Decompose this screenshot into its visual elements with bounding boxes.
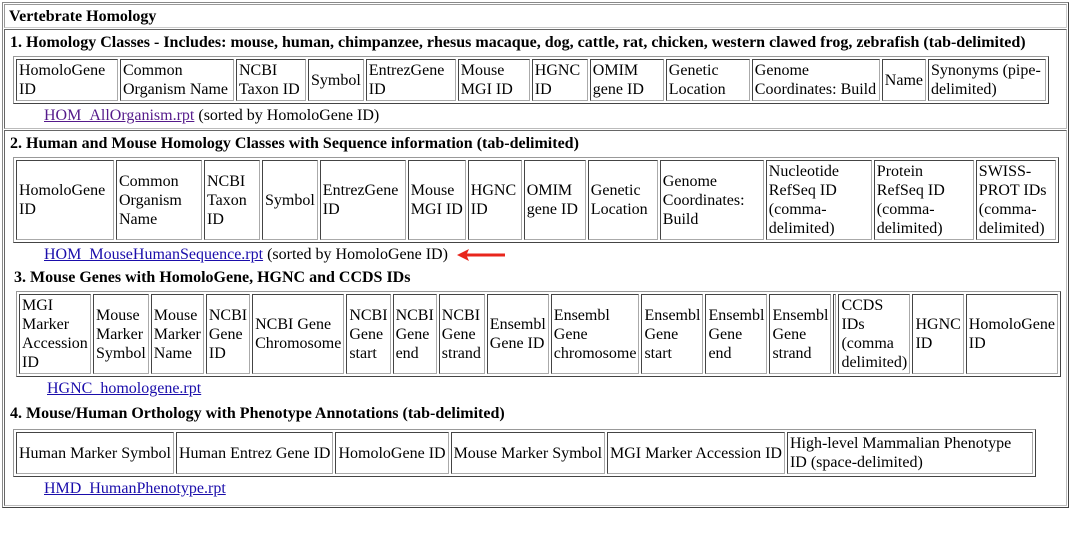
file-link-hmd-humanphenotype[interactable]: HMD_HumanPhenotype.rpt [44, 480, 226, 497]
column-header: Name [881, 59, 926, 101]
section-title: 2. Human and Mouse Homology Classes with… [10, 135, 579, 152]
column-header: Protein RefSeq ID (comma-delimited) [873, 160, 974, 240]
columns-table: HomoloGene ID Common Organism Name NCBI … [13, 157, 1059, 243]
file-link-hgnc-homologene[interactable]: HGNC_homologene.rpt [47, 380, 201, 397]
column-header: NCBI Taxon ID [204, 160, 260, 240]
column-header: Mouse MGI ID [407, 160, 466, 240]
column-header: HomoloGene ID [335, 432, 449, 474]
column-header: EntrezGene ID [319, 160, 406, 240]
column-header: Ensembl Gene ID [486, 294, 549, 374]
column-header: NCBI Gene strand [438, 294, 485, 374]
column-header: EntrezGene ID [365, 59, 456, 101]
file-link-row: HMD_HumanPhenotype.rpt [5, 479, 1066, 499]
columns-table: MGI Marker Accession ID Mouse Marker Sym… [16, 291, 1061, 377]
column-header: Common Organism Name [120, 59, 234, 101]
column-header: HomoloGene ID [965, 294, 1058, 374]
sort-note: (sorted by HomoloGene ID) [198, 107, 380, 124]
column-header: MGI Marker Accession ID [19, 294, 91, 374]
column-header: NCBI Gene Chromosome [252, 294, 345, 374]
column-header: Synonyms (pipe-delimited) [928, 59, 1046, 101]
column-header: Nucleotide RefSeq ID (comma-delimited) [765, 160, 872, 240]
column-header: NCBI Gene start [346, 294, 391, 374]
file-link-hom-mousehumansequence[interactable]: HOM_MouseHumanSequence.rpt [44, 246, 263, 263]
section-homology-classes: 1. Homology Classes - Includes: mouse, h… [4, 29, 1067, 129]
column-header: Symbol [262, 160, 318, 240]
column-header: Genome Coordinates: Build [659, 160, 764, 240]
column-header: HomoloGene ID [16, 160, 114, 240]
section-human-mouse-sequence: 2. Human and Mouse Homology Classes with… [4, 130, 1067, 506]
column-header: Human Marker Symbol [16, 432, 174, 474]
column-header: Ensembl Gene start [641, 294, 704, 374]
column-header: Genome Coordinates: Build [751, 59, 880, 101]
column-header: Ensembl Gene end [705, 294, 768, 374]
column-header: HGNC ID [467, 160, 522, 240]
file-link-row: HOM_MouseHumanSequence.rpt (sorted by Ho… [5, 245, 1066, 265]
page-title: Vertebrate Homology [4, 4, 1067, 28]
section-title: 1. Homology Classes - Includes: mouse, h… [10, 34, 1026, 51]
file-link-row: HOM_AllOrganism.rpt (sorted by HomoloGen… [5, 106, 1066, 126]
column-header: Human Entrez Gene ID [175, 432, 334, 474]
column-header: Symbol [308, 59, 364, 101]
section-title: 3. Mouse Genes with HomoloGene, HGNC and… [14, 269, 411, 286]
column-header: NCBI Gene end [392, 294, 437, 374]
column-header: Genetic Location [587, 160, 658, 240]
column-header: Genetic Location [665, 59, 750, 101]
column-header: HGNC ID [531, 59, 588, 101]
column-header: HomoloGene ID [16, 59, 118, 101]
column-header: NCBI Taxon ID [236, 59, 306, 101]
section-title: 4. Mouse/Human Orthology with Phenotype … [10, 405, 505, 422]
column-header: HGNC ID [912, 294, 964, 374]
column-header: OMIM gene ID [523, 160, 586, 240]
vertebrate-homology-panel: Vertebrate Homology 1. Homology Classes … [2, 2, 1069, 508]
sort-note: (sorted by HomoloGene ID) [267, 246, 448, 263]
column-header: Mouse Marker Name [150, 294, 204, 374]
column-header: OMIM gene ID [589, 59, 664, 101]
red-arrow-left-icon [457, 249, 505, 261]
columns-table: Human Marker Symbol Human Entrez Gene ID… [13, 429, 1036, 477]
column-header: SWISS-PROT IDs (comma-delimited) [975, 160, 1056, 240]
empty-column-header [833, 294, 837, 374]
column-header: High-level Mammalian Phenotype ID (space… [786, 432, 1033, 474]
column-header: CCDS IDs (comma delimited) [838, 294, 911, 374]
column-header: Ensembl Gene strand [769, 294, 832, 374]
columns-table: HomoloGene ID Common Organism Name NCBI … [13, 56, 1049, 104]
column-header: Common Organism Name [116, 160, 202, 240]
column-header: Mouse MGI ID [457, 59, 530, 101]
column-header: Mouse Marker Symbol [450, 432, 606, 474]
column-header: MGI Marker Accession ID [607, 432, 785, 474]
column-header: Mouse Marker Symbol [93, 294, 149, 374]
file-link-hom-allorganism[interactable]: HOM_AllOrganism.rpt [44, 107, 194, 124]
column-header: Ensembl Gene chromosome [550, 294, 640, 374]
file-link-row: HGNC_homologene.rpt [5, 379, 1066, 399]
column-header: NCBI Gene ID [205, 294, 251, 374]
